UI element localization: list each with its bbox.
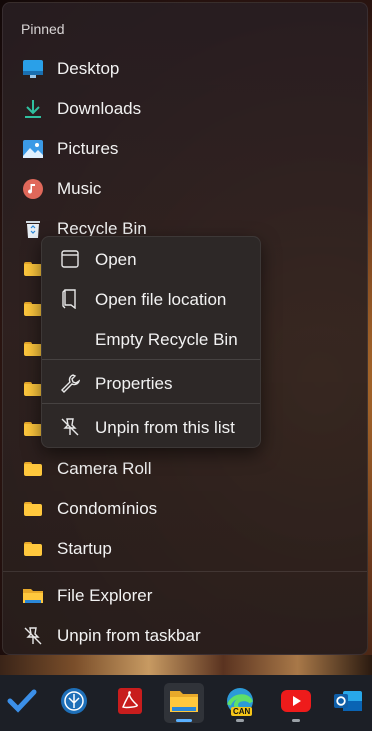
- context-menu: Open Open file location Empty Recycle Bi…: [41, 236, 261, 448]
- menu-item-empty-recycle-bin[interactable]: Empty Recycle Bin: [42, 319, 260, 359]
- running-indicator: [236, 719, 244, 722]
- pinned-item-condominios[interactable]: Condomínios: [3, 489, 365, 529]
- pinned-item-label: Startup: [57, 539, 112, 558]
- folder-icon: [23, 419, 43, 439]
- taskbar-todo[interactable]: [2, 683, 42, 723]
- file-explorer-icon: [169, 688, 199, 719]
- canary-badge: CAN: [231, 707, 253, 716]
- pinned-item-desktop[interactable]: Desktop: [3, 49, 365, 89]
- window-icon: [60, 249, 80, 269]
- taskbar: CAN: [0, 675, 372, 731]
- taskbar-edge-canary[interactable]: CAN: [220, 683, 260, 723]
- recycle-bin-icon: [23, 219, 43, 239]
- taskbar-youtube[interactable]: [276, 683, 316, 723]
- outlook-icon: [333, 687, 363, 720]
- taskbar-outlook[interactable]: [328, 683, 368, 723]
- edge-canary-icon: CAN: [224, 687, 256, 719]
- desktop-icon: [23, 59, 43, 79]
- unpin-icon: [60, 417, 80, 437]
- file-location-icon: [60, 289, 80, 309]
- folder-icon: [23, 299, 43, 319]
- app-icon: [60, 687, 88, 720]
- youtube-icon: [281, 689, 311, 717]
- folder-icon: [23, 459, 43, 479]
- pinned-item-label: Pictures: [57, 139, 119, 158]
- downloads-icon: [23, 99, 43, 119]
- menu-divider: [42, 403, 260, 404]
- pinned-item-startup[interactable]: Startup: [3, 529, 365, 569]
- unpin-icon: [23, 626, 43, 646]
- menu-item-unpin-from-this-list[interactable]: Unpin from this list: [42, 407, 260, 447]
- pinned-item-label: Desktop: [57, 59, 120, 78]
- folder-icon: [23, 339, 43, 359]
- divider: [3, 571, 367, 572]
- pinned-item-camera-roll[interactable]: Camera Roll: [3, 449, 365, 489]
- pinned-item-label: Condomínios: [57, 499, 158, 518]
- running-indicator: [292, 719, 300, 722]
- task-file-explorer[interactable]: File Explorer: [3, 576, 365, 616]
- pinned-item-label: Camera Roll: [57, 459, 152, 478]
- menu-item-properties[interactable]: Properties: [42, 363, 260, 403]
- wrench-icon: [60, 373, 80, 393]
- pictures-icon: [23, 139, 43, 159]
- folder-icon: [23, 499, 43, 519]
- task-label: File Explorer: [57, 586, 153, 605]
- taskbar-app[interactable]: [54, 683, 94, 723]
- task-unpin-from-taskbar[interactable]: Unpin from taskbar: [3, 616, 365, 656]
- menu-item-open-file-location[interactable]: Open file location: [42, 279, 260, 319]
- pinned-item-label: Music: [57, 179, 102, 198]
- folder-icon: [23, 539, 43, 559]
- background-photo: [0, 655, 372, 675]
- pinned-item-label: Downloads: [57, 99, 142, 118]
- music-icon: [23, 179, 43, 199]
- todo-icon: [7, 688, 37, 719]
- menu-item-label: Open file location: [95, 290, 227, 309]
- menu-item-label: Empty Recycle Bin: [95, 330, 238, 349]
- menu-item-label: Unpin from this list: [95, 418, 235, 437]
- task-label: Unpin from taskbar: [57, 626, 201, 645]
- folder-icon: [23, 259, 43, 279]
- taskbar-pdf-reader[interactable]: [110, 683, 150, 723]
- pinned-item-downloads[interactable]: Downloads: [3, 89, 365, 129]
- file-explorer-icon: [23, 586, 43, 606]
- taskbar-file-explorer[interactable]: [164, 683, 204, 723]
- pinned-header: Pinned: [21, 21, 65, 37]
- menu-item-label: Open: [95, 250, 137, 269]
- menu-item-label: Properties: [95, 374, 173, 393]
- active-indicator: [176, 719, 192, 722]
- pdf-reader-icon: [117, 687, 143, 720]
- pinned-item-pictures[interactable]: Pictures: [3, 129, 365, 169]
- pinned-item-music[interactable]: Music: [3, 169, 365, 209]
- menu-item-open[interactable]: Open: [42, 239, 260, 279]
- menu-divider: [42, 359, 260, 360]
- folder-icon: [23, 379, 43, 399]
